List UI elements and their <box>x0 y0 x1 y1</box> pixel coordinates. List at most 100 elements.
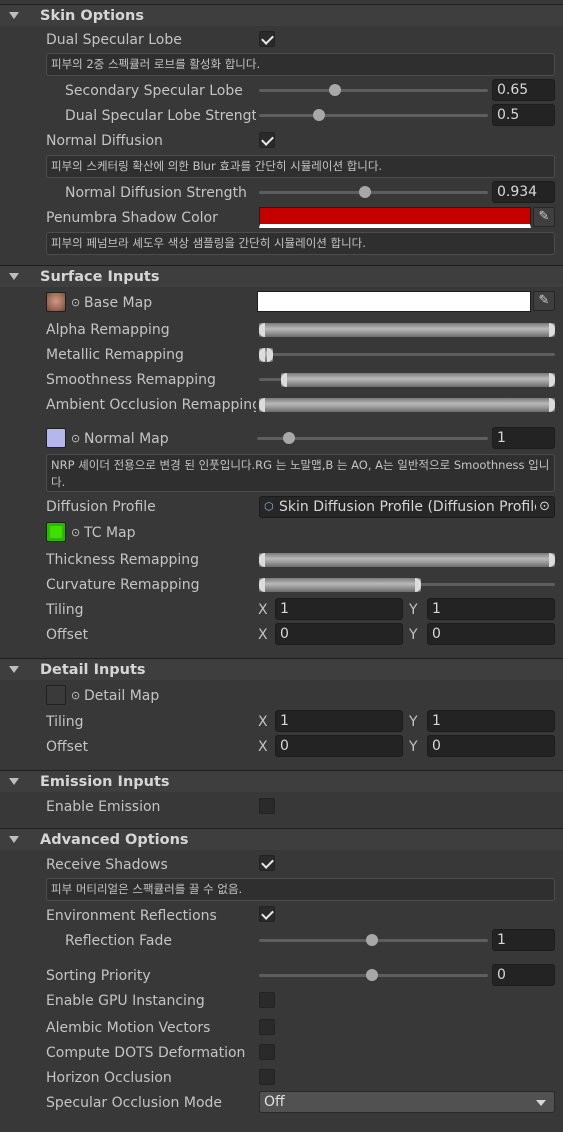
tc-map-texture-thumbnail[interactable] <box>46 522 66 542</box>
tiling-label: Tiling <box>46 602 84 618</box>
receive-shadows-label: Receive Shadows <box>46 857 168 873</box>
enable-gpu-instancing-checkbox[interactable] <box>259 992 275 1008</box>
ambient-occlusion-remapping-label: Ambient Occlusion Remapping <box>46 397 256 413</box>
compute-dots-deformation-label: Compute DOTS Deformation <box>46 1045 246 1061</box>
specular-occlusion-mode-dropdown[interactable]: Off <box>259 1091 555 1113</box>
diffusion-profile-asset-icon: ⬡ <box>264 500 274 513</box>
sorting-priority-slider-handle[interactable] <box>366 969 378 981</box>
ambient-occlusion-remapping-minmax-slider[interactable] <box>259 398 555 412</box>
compute-dots-deformation-checkbox[interactable] <box>259 1044 275 1060</box>
help-box: 피부의 2중 스펙큘러 로브를 활성화 합니다. <box>46 53 555 76</box>
reflection-fade-slider-handle[interactable] <box>366 934 378 946</box>
receive-shadows-checkbox[interactable] <box>259 855 275 871</box>
curvature-remapping-label: Curvature Remapping <box>46 577 200 593</box>
help-box: 피부 머티리얼은 스팩큘러를 끌 수 없음. <box>46 878 555 901</box>
offset-x-field[interactable]: 0 <box>275 623 403 645</box>
eyedropper-icon[interactable]: ✎ <box>533 291 555 311</box>
offset-y-field[interactable]: 0 <box>427 623 555 645</box>
detail-offset-label: Offset <box>46 739 89 755</box>
diffusion-profile-value: Skin Diffusion Profile (Diffusion Profil… <box>279 499 549 515</box>
section-header-surface-inputs[interactable]: Surface Inputs <box>0 265 563 287</box>
tiling-y-field[interactable]: 1 <box>427 598 555 620</box>
detail-map-texture-thumbnail[interactable] <box>46 685 66 705</box>
section-title: Surface Inputs <box>40 269 160 285</box>
secondary-specular-lobe-field[interactable]: 0.65 <box>492 79 555 101</box>
metallic-remapping-label: Metallic Remapping <box>46 347 184 363</box>
dual-specular-lobe-checkbox[interactable] <box>259 31 275 47</box>
diffusion-profile-label: Diffusion Profile <box>46 499 156 515</box>
object-picker-icon[interactable]: ⊙ <box>71 294 80 312</box>
thickness-remapping-label: Thickness Remapping <box>46 552 199 568</box>
normal-map-scale-field[interactable]: 1 <box>492 427 555 449</box>
enable-emission-label: Enable Emission <box>46 799 161 815</box>
tiling-x-field[interactable]: 1 <box>275 598 403 620</box>
object-picker-icon[interactable]: ⊙ <box>536 497 550 517</box>
tiling-x-label: X <box>258 602 268 618</box>
sorting-priority-label: Sorting Priority <box>46 968 151 984</box>
sorting-priority-field[interactable]: 0 <box>492 964 555 986</box>
secondary-specular-lobe-slider-track[interactable] <box>259 89 488 92</box>
detail-tiling-x-field[interactable]: 1 <box>275 710 403 732</box>
alpha-remapping-label: Alpha Remapping <box>46 322 170 338</box>
smoothness-remapping-minmax-slider[interactable] <box>281 373 555 387</box>
detail-offset-y-field[interactable]: 0 <box>427 735 555 757</box>
horizon-occlusion-checkbox[interactable] <box>259 1069 275 1085</box>
tc-map-label: TC Map <box>84 525 136 541</box>
normal-map-texture-thumbnail[interactable] <box>46 428 66 448</box>
foldout-arrow-icon <box>9 836 19 843</box>
alpha-remapping-minmax-slider[interactable] <box>259 323 555 337</box>
reflection-fade-label: Reflection Fade <box>65 933 172 949</box>
detail-offset-y-label: Y <box>409 739 418 755</box>
normal-map-label: Normal Map <box>84 431 169 447</box>
alembic-motion-vectors-checkbox[interactable] <box>259 1019 275 1035</box>
normal-diffusion-strength-label: Normal Diffusion Strength <box>65 185 247 201</box>
foldout-arrow-icon <box>9 12 19 19</box>
penumbra-shadow-color-label: Penumbra Shadow Color <box>46 210 218 226</box>
horizon-occlusion-label: Horizon Occlusion <box>46 1070 172 1086</box>
normal-diffusion-checkbox[interactable] <box>259 132 275 148</box>
detail-offset-x-field[interactable]: 0 <box>275 735 403 757</box>
section-header-skin-options[interactable]: Skin Options <box>0 4 563 26</box>
thickness-remapping-minmax-slider[interactable] <box>259 553 555 567</box>
foldout-arrow-icon <box>9 273 19 280</box>
normal-diffusion-strength-slider-track[interactable] <box>259 191 488 194</box>
normal-diffusion-strength-slider-handle[interactable] <box>359 186 371 198</box>
section-title: Skin Options <box>40 8 144 24</box>
section-header-advanced-options[interactable]: Advanced Options <box>0 828 563 850</box>
object-picker-icon[interactable]: ⊙ <box>71 430 80 448</box>
dual-specular-lobe-strength-slider-handle[interactable] <box>313 109 325 121</box>
penumbra-shadow-color-swatch[interactable] <box>259 207 531 228</box>
metallic-remapping-track[interactable] <box>259 353 555 356</box>
normal-diffusion-strength-field[interactable]: 0.934 <box>492 181 555 203</box>
normal-map-scale-slider-handle[interactable] <box>283 432 295 444</box>
reflection-fade-field[interactable]: 1 <box>492 929 555 951</box>
secondary-specular-lobe-slider-handle[interactable] <box>329 84 341 96</box>
detail-offset-x-label: X <box>258 739 268 755</box>
dual-specular-lobe-strength-field[interactable]: 0.5 <box>492 104 555 126</box>
base-map-label: Base Map <box>84 295 153 311</box>
section-header-detail-inputs[interactable]: Detail Inputs <box>0 658 563 680</box>
offset-y-label: Y <box>409 627 418 643</box>
base-map-texture-thumbnail[interactable] <box>46 292 66 312</box>
dual-specular-lobe-strength-label: Dual Specular Lobe Strength <box>65 108 256 124</box>
detail-tiling-y-field[interactable]: 1 <box>427 710 555 732</box>
environment-reflections-checkbox[interactable] <box>259 906 275 922</box>
object-picker-icon[interactable]: ⊙ <box>71 524 80 542</box>
eyedropper-icon[interactable]: ✎ <box>533 207 555 227</box>
dual-specular-lobe-label: Dual Specular Lobe <box>46 32 182 48</box>
metallic-remapping-minmax-slider[interactable] <box>259 348 273 362</box>
tiling-y-label: Y <box>409 602 418 618</box>
curvature-remapping-minmax-slider[interactable] <box>259 578 421 592</box>
environment-reflections-label: Environment Reflections <box>46 908 217 924</box>
diffusion-profile-object-field[interactable]: ⬡ Skin Diffusion Profile (Diffusion Prof… <box>259 496 555 518</box>
offset-x-label: X <box>258 627 268 643</box>
section-header-emission-inputs[interactable]: Emission Inputs <box>0 770 563 792</box>
chevron-down-icon <box>536 1100 546 1106</box>
help-box: NRP 셰이더 전용으로 변경 된 인풋입니다.RG 는 노말맵,B 는 AO,… <box>46 454 555 492</box>
smoothness-remapping-label: Smoothness Remapping <box>46 372 216 388</box>
dual-specular-lobe-strength-slider-track[interactable] <box>259 114 488 117</box>
base-map-color-swatch[interactable] <box>257 291 531 312</box>
enable-emission-checkbox[interactable] <box>259 798 275 814</box>
alembic-motion-vectors-label: Alembic Motion Vectors <box>46 1020 211 1036</box>
object-picker-icon[interactable]: ⊙ <box>71 687 80 705</box>
